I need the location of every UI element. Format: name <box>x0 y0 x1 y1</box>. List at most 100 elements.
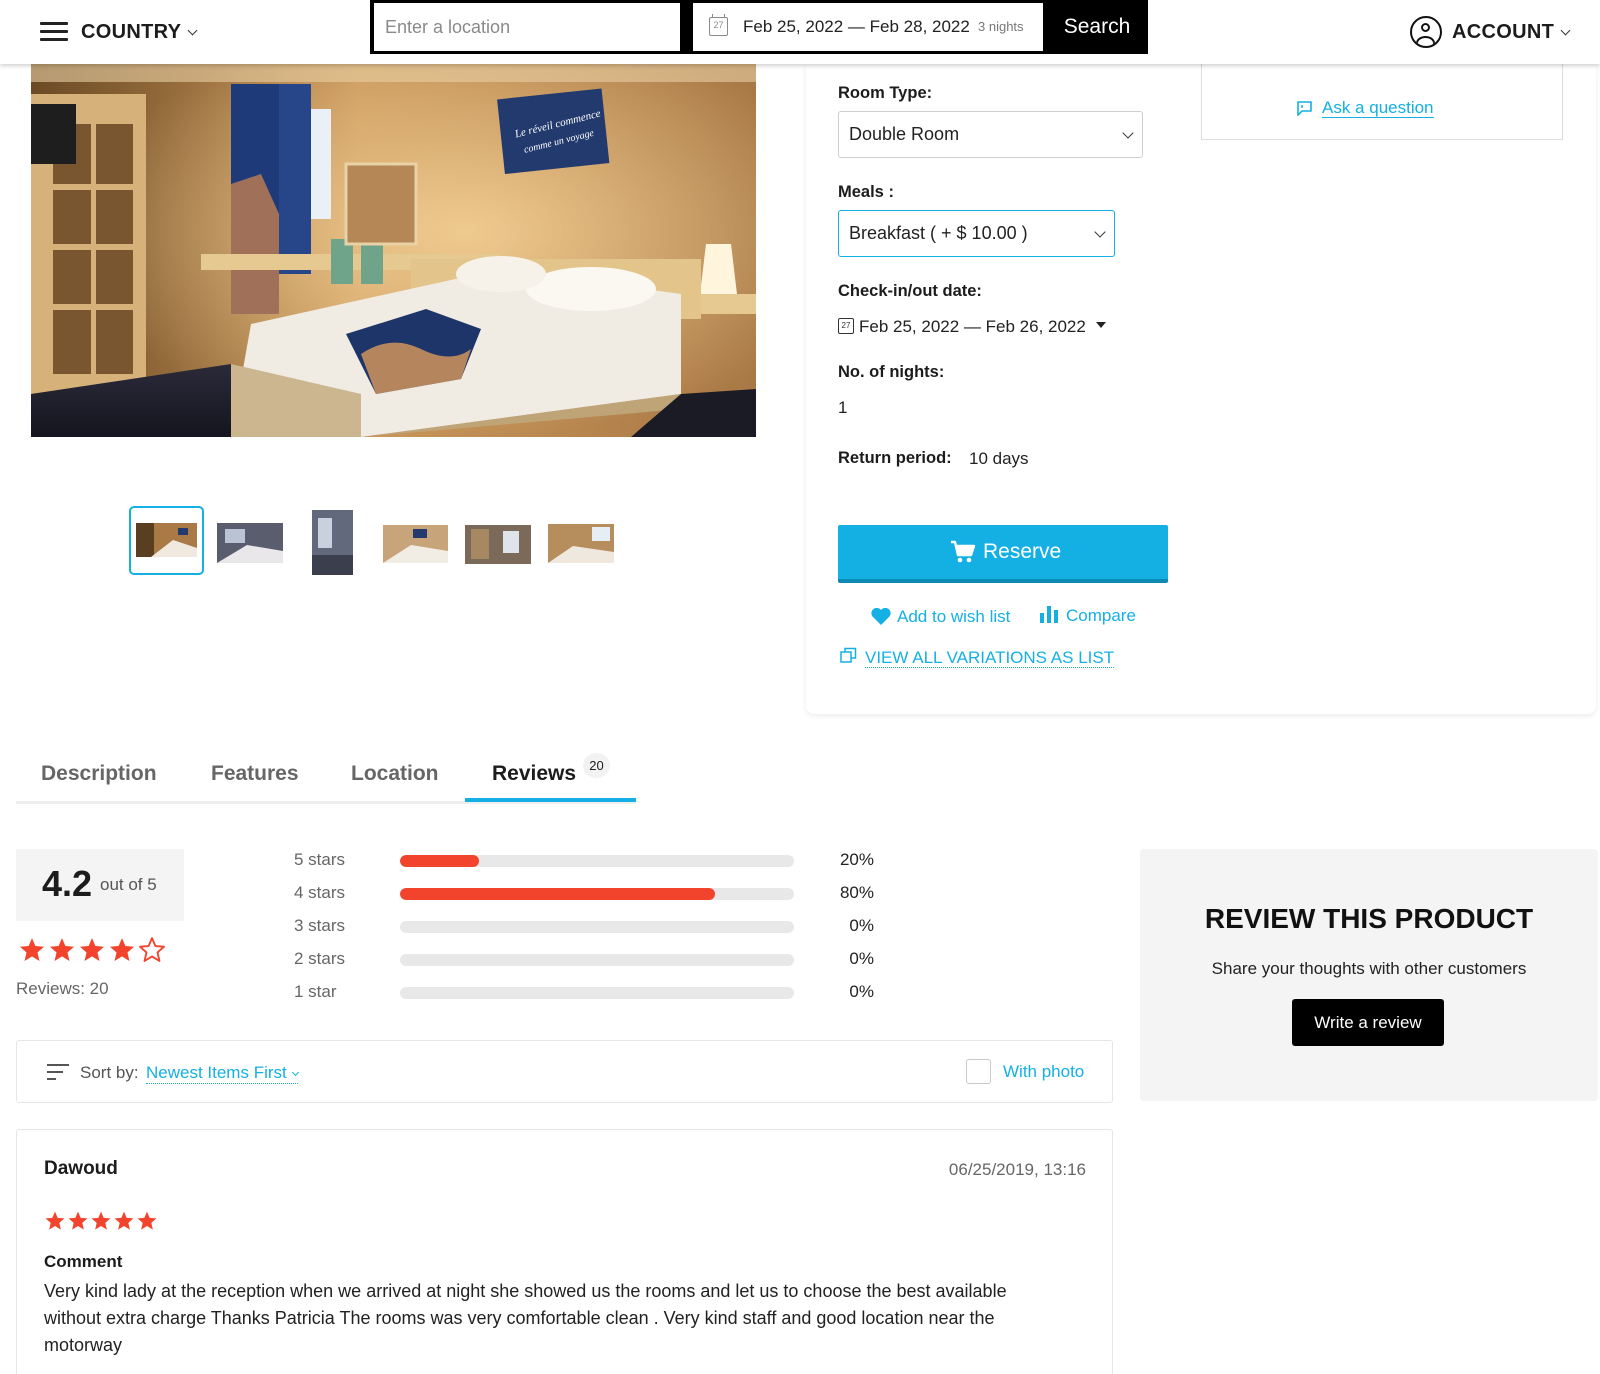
rating-out-of: out of 5 <box>100 875 157 894</box>
return-period-value: 10 days <box>969 449 1029 468</box>
review-comment-label: Comment <box>44 1252 123 1271</box>
sort-label: Sort by: <box>80 1063 139 1082</box>
chevron-down-icon <box>1122 127 1134 139</box>
ask-question-link[interactable]: Ask a question <box>1297 98 1434 118</box>
comment-icon <box>1297 101 1312 116</box>
room-type-value: Double Room <box>849 124 960 144</box>
heart-icon <box>871 607 891 625</box>
tab-location[interactable]: Location <box>351 762 439 786</box>
room-type-select[interactable]: Double Room <box>838 111 1143 158</box>
meals-label: Meals : <box>838 183 894 201</box>
star-filled-icon <box>44 1210 66 1232</box>
thumbnail-image <box>383 525 448 563</box>
rating-bar-label: 5 stars <box>294 850 346 869</box>
main-room-photo[interactable]: Le réveil commence comme un voyage <box>31 64 756 437</box>
rating-bar-label: 3 stars <box>294 916 346 935</box>
review-date: 06/25/2019, 13:16 <box>948 1160 1086 1179</box>
cart-icon <box>951 540 976 563</box>
star-filled-icon <box>136 1210 158 1232</box>
star-filled-icon <box>48 936 76 964</box>
thumbnail-6[interactable] <box>548 524 614 563</box>
tab-reviews[interactable]: Reviews <box>492 762 576 786</box>
search-bar: 27 Feb 25, 2022 — Feb 28, 2022 3 nights … <box>370 0 1148 54</box>
write-review-button[interactable]: Write a review <box>1292 999 1444 1046</box>
checkin-label: Check-in/out date: <box>838 282 982 300</box>
nights-label: No. of nights: <box>838 363 945 381</box>
rating-bar-fill <box>400 888 716 900</box>
reviews-count: Reviews: 20 <box>16 979 109 998</box>
active-tab-indicator <box>465 798 636 802</box>
rating-bar-percent: 0% <box>849 949 874 968</box>
product-tabs: Description Features Location Reviews <box>16 740 636 804</box>
location-input[interactable] <box>374 3 680 51</box>
with-photo-label[interactable]: With photo <box>1003 1062 1084 1082</box>
chevron-down-icon <box>1560 25 1571 36</box>
reserve-button[interactable]: Reserve <box>838 525 1168 583</box>
caret-down-icon <box>1096 322 1106 328</box>
review-product-box: REVIEW THIS PRODUCT Share your thoughts … <box>1140 849 1598 1101</box>
room-type-label: Room Type: <box>838 84 933 102</box>
meals-value: Breakfast ( + $ 10.00 ) <box>849 223 1028 243</box>
date-range-text: Feb 25, 2022 — Feb 28, 2022 <box>743 17 970 36</box>
thumbnail-4[interactable] <box>383 525 448 563</box>
compare-label: Compare <box>1066 606 1136 625</box>
rating-bar-label: 1 star <box>294 982 337 1001</box>
tab-features[interactable]: Features <box>211 762 299 786</box>
thumbnail-image <box>548 524 614 563</box>
view-variations-link[interactable]: VIEW ALL VARIATIONS AS LIST <box>840 647 1115 668</box>
rating-score: 4.2 <box>42 863 93 904</box>
search-button[interactable]: Search <box>1046 0 1148 54</box>
thumbnail-image <box>217 523 283 563</box>
star-filled-icon <box>18 936 46 964</box>
star-filled-icon <box>108 936 136 964</box>
nights-count: 3 nights <box>978 19 1024 34</box>
thumbnail-image <box>136 523 197 557</box>
thumbnail-1[interactable] <box>129 506 204 575</box>
chevron-down-icon <box>291 1068 299 1077</box>
checkin-date-value: Feb 25, 2022 — Feb 26, 2022 <box>859 317 1086 336</box>
rating-bar-fill <box>400 855 479 867</box>
rating-bar-label: 4 stars <box>294 883 346 902</box>
rating-bar-percent: 80% <box>839 883 874 902</box>
thumbnail-5[interactable] <box>465 525 531 564</box>
thumbnail-image <box>312 510 353 575</box>
menu-icon[interactable] <box>40 22 68 42</box>
meals-select[interactable]: Breakfast ( + $ 10.00 ) <box>838 210 1115 257</box>
country-label: COUNTRY <box>81 21 182 43</box>
calendar-icon: 27 <box>709 14 728 36</box>
chevron-down-icon <box>1094 226 1106 238</box>
add-to-wishlist-link[interactable]: Add to wish list <box>871 607 1011 627</box>
question-box: Ask a question <box>1201 61 1563 140</box>
nights-value: 1 <box>838 398 848 417</box>
bar-chart-icon <box>1040 606 1058 623</box>
copy-icon <box>840 647 857 663</box>
thumbnail-2[interactable] <box>217 523 283 563</box>
star-filled-icon <box>67 1210 89 1232</box>
rating-bar-track <box>400 855 794 867</box>
rating-bar-track <box>400 954 794 966</box>
chevron-down-icon <box>187 25 198 36</box>
return-period-label: Return period: <box>838 449 952 467</box>
tab-description[interactable]: Description <box>41 762 157 786</box>
sort-dropdown[interactable]: Newest Items First <box>146 1063 299 1084</box>
sort-icon <box>47 1064 69 1080</box>
review-product-title: REVIEW THIS PRODUCT <box>1204 903 1534 934</box>
thumbnail-3[interactable] <box>312 510 353 575</box>
sort-value: Newest Items First <box>146 1063 287 1082</box>
star-filled-icon <box>90 1210 112 1232</box>
star-filled-icon <box>78 936 106 964</box>
rating-bar-percent: 0% <box>849 982 874 1001</box>
rating-bar-label: 2 stars <box>294 949 346 968</box>
with-photo-checkbox[interactable] <box>966 1059 991 1084</box>
date-range-picker[interactable]: 27 Feb 25, 2022 — Feb 28, 2022 3 nights <box>693 3 1043 51</box>
country-selector[interactable]: COUNTRY <box>81 21 198 44</box>
review-product-subtitle: Share your thoughts with other customers <box>1211 959 1527 978</box>
wishlist-label: Add to wish list <box>897 607 1011 626</box>
sort-bar: Sort by: Newest Items First With photo <box>16 1040 1113 1103</box>
reviews-count-badge: 20 <box>583 753 610 778</box>
rating-bar-percent: 0% <box>849 916 874 935</box>
rating-bar-track <box>400 987 794 999</box>
user-icon <box>1410 16 1442 48</box>
compare-link[interactable]: Compare <box>1040 606 1136 626</box>
calendar-icon: 27 <box>838 318 854 334</box>
